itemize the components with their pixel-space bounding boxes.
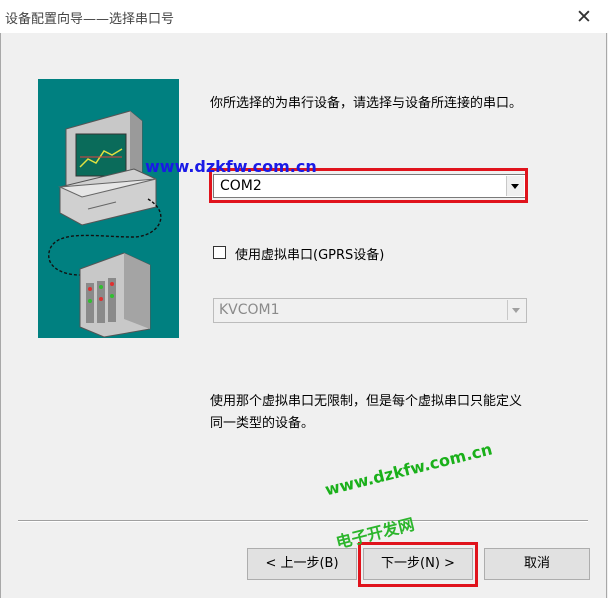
instruction-text: 你所选择的为串行设备，请选择与设备所连接的串口。 — [210, 96, 523, 111]
cancel-button[interactable]: 取消 — [484, 548, 590, 580]
watermark-url-top: www.dzkfw.com.cn — [145, 157, 317, 176]
virtual-port-combobox: KVCOM1 — [213, 298, 527, 323]
virtual-port-checkbox-label[interactable]: 使用虚拟串口(GPRS设备) — [235, 244, 384, 263]
window-title: 设备配置向导——选择串口号 — [5, 12, 175, 27]
virtual-port-dropdown-button — [507, 300, 525, 320]
window-border-left — [0, 33, 1, 598]
virtual-port-value: KVCOM1 — [219, 302, 280, 318]
serial-device-illustration — [38, 79, 179, 338]
divider-highlight — [18, 521, 588, 522]
window-border-right — [606, 33, 607, 598]
watermark-url-bottom: www.dzkfw.com.cn — [323, 439, 495, 500]
computer-device-icon — [48, 110, 162, 338]
virtual-port-note: 使用那个虚拟串口无限制，但是每个虚拟串口只能定义同一类型的设备。 — [210, 394, 523, 431]
chevron-down-icon — [512, 308, 520, 313]
highlight-box-next — [358, 542, 478, 587]
title-bar: 设备配置向导——选择串口号 ✕ — [0, 0, 608, 33]
virtual-port-checkbox[interactable] — [213, 246, 226, 259]
close-icon[interactable]: ✕ — [566, 3, 602, 31]
